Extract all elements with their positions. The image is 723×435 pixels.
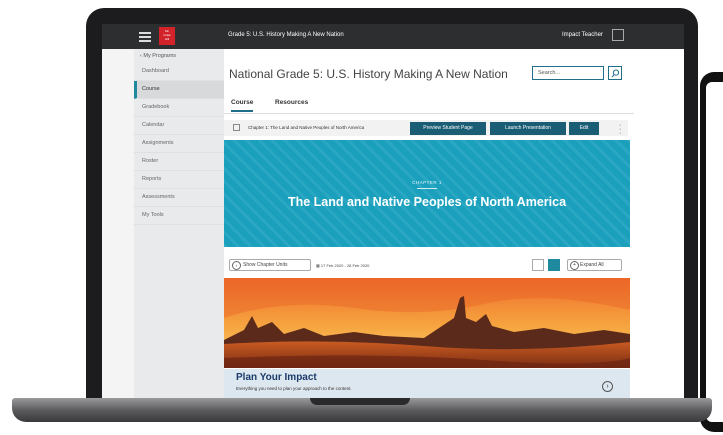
preview-student-page-button[interactable]: Preview Student Page: [410, 122, 486, 135]
tab-resources[interactable]: Resources: [275, 99, 308, 106]
back-to-programs-link[interactable]: ‹ My Programs: [134, 49, 224, 63]
date-range: ▦ 17 Feb 2020 - 28 Feb 2020: [316, 263, 369, 268]
sidebar-item-assessments[interactable]: Assessments: [134, 189, 224, 207]
user-name[interactable]: Impact Teacher: [562, 32, 603, 38]
impact-title: Plan Your Impact: [236, 372, 317, 383]
chapter-title: The Land and Native Peoples of North Ame…: [287, 195, 567, 209]
course-tabs: Course Resources: [224, 97, 634, 114]
info-icon: i: [232, 261, 241, 270]
show-chapter-units-button[interactable]: i Show Chapter Units: [229, 259, 311, 271]
main-content: National Grade 5: U.S. History Making A …: [224, 49, 684, 402]
grid-view-icon[interactable]: [532, 259, 544, 271]
brand-logo[interactable]: Mc Graw Hill: [159, 27, 175, 45]
tab-course[interactable]: Course: [231, 99, 254, 112]
sidebar-item-reports[interactable]: Reports: [134, 171, 224, 189]
chapter-number: CHAPTER 1: [412, 180, 442, 185]
user-icon[interactable]: [612, 29, 624, 41]
chapter-checkbox[interactable]: [233, 124, 240, 131]
sidebar-item-course[interactable]: Course: [134, 81, 224, 99]
sidebar-item-assignments[interactable]: Assignments: [134, 135, 224, 153]
chapter-hero-banner: CHAPTER 1 The Land and Native Peoples of…: [224, 140, 630, 247]
search-input[interactable]: Search...: [532, 66, 604, 80]
calendar-icon: ▦: [316, 263, 320, 268]
second-device: [700, 72, 723, 432]
page-title: National Grade 5: U.S. History Making A …: [229, 67, 508, 81]
impact-subtitle: Everything you need to plan your approac…: [236, 386, 352, 391]
list-view-icon[interactable]: [548, 259, 560, 271]
plus-icon: +: [570, 261, 579, 270]
chevron-right-icon[interactable]: ›: [602, 381, 613, 392]
expand-all-button[interactable]: + Expand All: [567, 259, 622, 271]
sidebar: ‹ My Programs Dashboard Course Gradebook…: [134, 49, 225, 402]
date-range-text: 17 Feb 2020 - 28 Feb 2020: [320, 263, 370, 268]
chapter-landscape-image: [224, 278, 630, 368]
hero-divider: [417, 188, 437, 189]
sidebar-item-roster[interactable]: Roster: [134, 153, 224, 171]
show-units-label: Show Chapter Units: [243, 262, 288, 268]
search-icon: [611, 69, 620, 78]
chapter-controls: i Show Chapter Units ▦ 17 Feb 2020 - 28 …: [224, 252, 630, 274]
sidebar-item-gradebook[interactable]: Gradebook: [134, 99, 224, 117]
edit-button[interactable]: Edit: [569, 122, 599, 135]
expand-all-label: Expand All: [580, 262, 604, 268]
laptop-notch: [310, 398, 410, 405]
second-device-screen: [706, 82, 723, 422]
top-bar: Mc Graw Hill Grade 5: U.S. History Making …: [102, 24, 684, 49]
desert-landscape-image: [224, 278, 630, 368]
sidebar-item-my-tools[interactable]: My Tools: [134, 207, 224, 225]
launch-presentation-button[interactable]: Launch Presentation: [490, 122, 566, 135]
search-button[interactable]: [608, 66, 622, 80]
chapter-bar: Chapter 1: The Land and Native Peoples o…: [224, 120, 628, 137]
more-options-icon[interactable]: · · ·: [619, 122, 621, 137]
app-screen: Mc Graw Hill Grade 5: U.S. History Making …: [102, 24, 684, 402]
app-title: Grade 5: U.S. History Making A New Natio…: [228, 32, 344, 38]
sidebar-item-dashboard[interactable]: Dashboard: [134, 63, 224, 81]
menu-icon[interactable]: [139, 30, 151, 42]
sidebar-item-calendar[interactable]: Calendar: [134, 117, 224, 135]
chapter-label[interactable]: Chapter 1: The Land and Native Peoples o…: [248, 125, 364, 130]
